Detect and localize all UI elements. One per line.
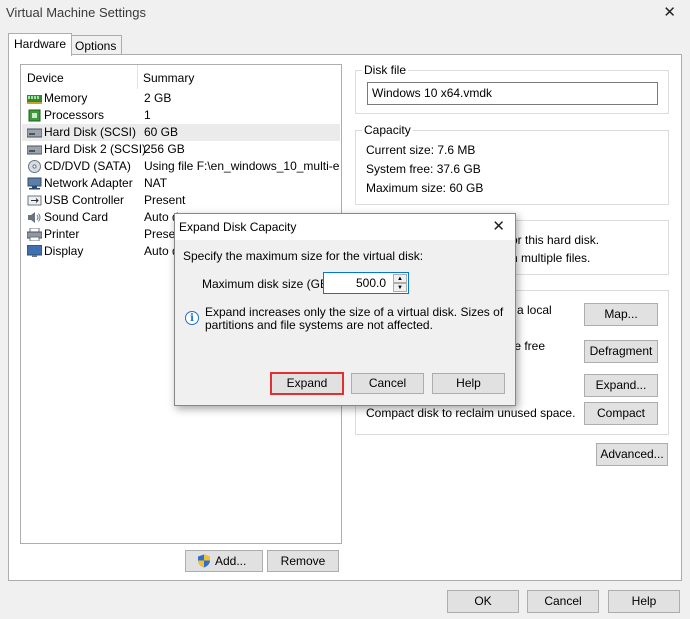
window-title: Virtual Machine Settings — [6, 5, 146, 20]
hard-disk-icon — [27, 145, 42, 155]
device-row-hard-disk-2[interactable]: Hard Disk 2 (SCSI) 256 GB — [22, 141, 340, 158]
speaker-icon — [28, 212, 41, 223]
cd-dvd-icon — [28, 160, 41, 173]
disk-file-title: Disk file — [362, 63, 409, 77]
device-row-network-adapter[interactable]: Network Adapter NAT — [22, 175, 340, 192]
usb-icon — [27, 195, 42, 206]
tab-options[interactable]: Options — [69, 35, 123, 56]
processor-icon — [28, 109, 41, 122]
map-description: a local — [517, 303, 552, 317]
disk-file-group: Disk file Windows 10 x64.vmdk — [355, 63, 669, 114]
device-name: Printer — [44, 227, 80, 241]
advanced-button[interactable]: Advanced... — [596, 443, 668, 466]
add-device-label: Add... — [215, 554, 247, 568]
device-summary: 256 GB — [144, 142, 185, 156]
max-size-spinner[interactable]: 500.0 ▲ ▼ — [323, 272, 409, 294]
device-summary: 1 — [144, 108, 151, 122]
max-size-value[interactable]: 500.0 — [356, 276, 386, 290]
map-button[interactable]: Map... — [584, 303, 658, 326]
expand-disk-button[interactable]: Expand... — [584, 374, 658, 397]
compact-button[interactable]: Compact — [584, 402, 658, 425]
capacity-group: Capacity Current size: 7.6 MB System fre… — [355, 123, 669, 205]
device-summary: 60 GB — [144, 125, 179, 139]
system-free-text: System free: 37.6 GB — [366, 162, 481, 176]
dialog-title: Expand Disk Capacity — [179, 220, 297, 234]
dialog-expand-button[interactable]: Expand — [270, 372, 344, 395]
device-summary: NAT — [144, 176, 168, 190]
device-summary: Using file F:\en_windows_10_multi-e... — [144, 159, 340, 173]
spin-up-icon[interactable]: ▲ — [393, 274, 407, 283]
dialog-titlebar: Expand Disk Capacity ✕ — [175, 214, 515, 240]
device-row-cd-dvd[interactable]: CD/DVD (SATA) Using file F:\en_windows_1… — [22, 158, 340, 175]
device-name: USB Controller — [44, 193, 125, 207]
network-adapter-icon — [27, 177, 42, 190]
device-summary: Present — [144, 193, 186, 207]
cancel-button[interactable]: Cancel — [527, 590, 599, 613]
dialog-help-button[interactable]: Help — [432, 373, 505, 394]
dialog-cancel-button[interactable]: Cancel — [351, 373, 424, 394]
disk-file-field[interactable]: Windows 10 x64.vmdk — [367, 82, 658, 105]
shield-icon — [198, 554, 210, 568]
device-name: Display — [44, 244, 84, 258]
device-summary: 2 GB — [144, 91, 172, 105]
remove-device-button[interactable]: Remove — [267, 550, 339, 572]
device-name: Network Adapter — [44, 176, 133, 190]
info-icon: i — [185, 311, 199, 325]
expand-disk-capacity-dialog: Expand Disk Capacity ✕ Specify the maxim… — [174, 213, 516, 406]
device-row-processors[interactable]: Processors 1 — [22, 107, 340, 124]
info-text-line-2: partitions and file systems are not affe… — [205, 318, 433, 332]
spin-down-icon[interactable]: ▼ — [393, 283, 407, 292]
device-row-hard-disk-scsi[interactable]: Hard Disk (SCSI) 60 GB — [22, 124, 340, 141]
device-name: Hard Disk (SCSI) — [44, 125, 137, 139]
capacity-title: Capacity — [362, 123, 413, 137]
device-name: Processors — [44, 108, 105, 122]
column-header-device[interactable]: Device — [27, 71, 64, 85]
defragment-description: te free — [511, 339, 546, 353]
dialog-close-button[interactable]: ✕ — [492, 217, 505, 235]
disk-info-line-2: n multiple files. — [511, 251, 591, 265]
compact-description: Compact disk to reclaim unused space. — [366, 406, 576, 420]
info-text-line-1: Expand increases only the size of a virt… — [205, 305, 504, 319]
column-header-summary[interactable]: Summary — [143, 71, 194, 85]
window-close-button[interactable]: ✕ — [663, 3, 676, 21]
tab-hardware[interactable]: Hardware — [8, 33, 73, 56]
printer-icon — [27, 228, 42, 241]
device-name: Hard Disk 2 (SCSI) — [44, 142, 147, 156]
memory-icon — [27, 95, 42, 104]
help-button[interactable]: Help — [608, 590, 680, 613]
ok-button[interactable]: OK — [447, 590, 519, 613]
defragment-button[interactable]: Defragment — [584, 340, 658, 363]
device-name: CD/DVD (SATA) — [44, 159, 131, 173]
maximum-size-text: Maximum size: 60 GB — [366, 181, 484, 195]
device-list-header: Device Summary — [21, 65, 341, 89]
hard-disk-icon — [27, 128, 42, 138]
device-row-usb-controller[interactable]: USB Controller Present — [22, 192, 340, 209]
max-size-label: Maximum disk size (GB): — [202, 277, 336, 291]
dialog-prompt: Specify the maximum size for the virtual… — [183, 249, 424, 263]
device-name: Memory — [44, 91, 88, 105]
current-size-text: Current size: 7.6 MB — [366, 143, 476, 157]
device-row-memory[interactable]: Memory 2 GB — [22, 90, 340, 107]
disk-info-line-1: or this hard disk. — [511, 233, 600, 247]
device-name: Sound Card — [44, 210, 109, 224]
display-icon — [27, 245, 42, 257]
add-device-button[interactable]: Add... — [185, 550, 263, 572]
